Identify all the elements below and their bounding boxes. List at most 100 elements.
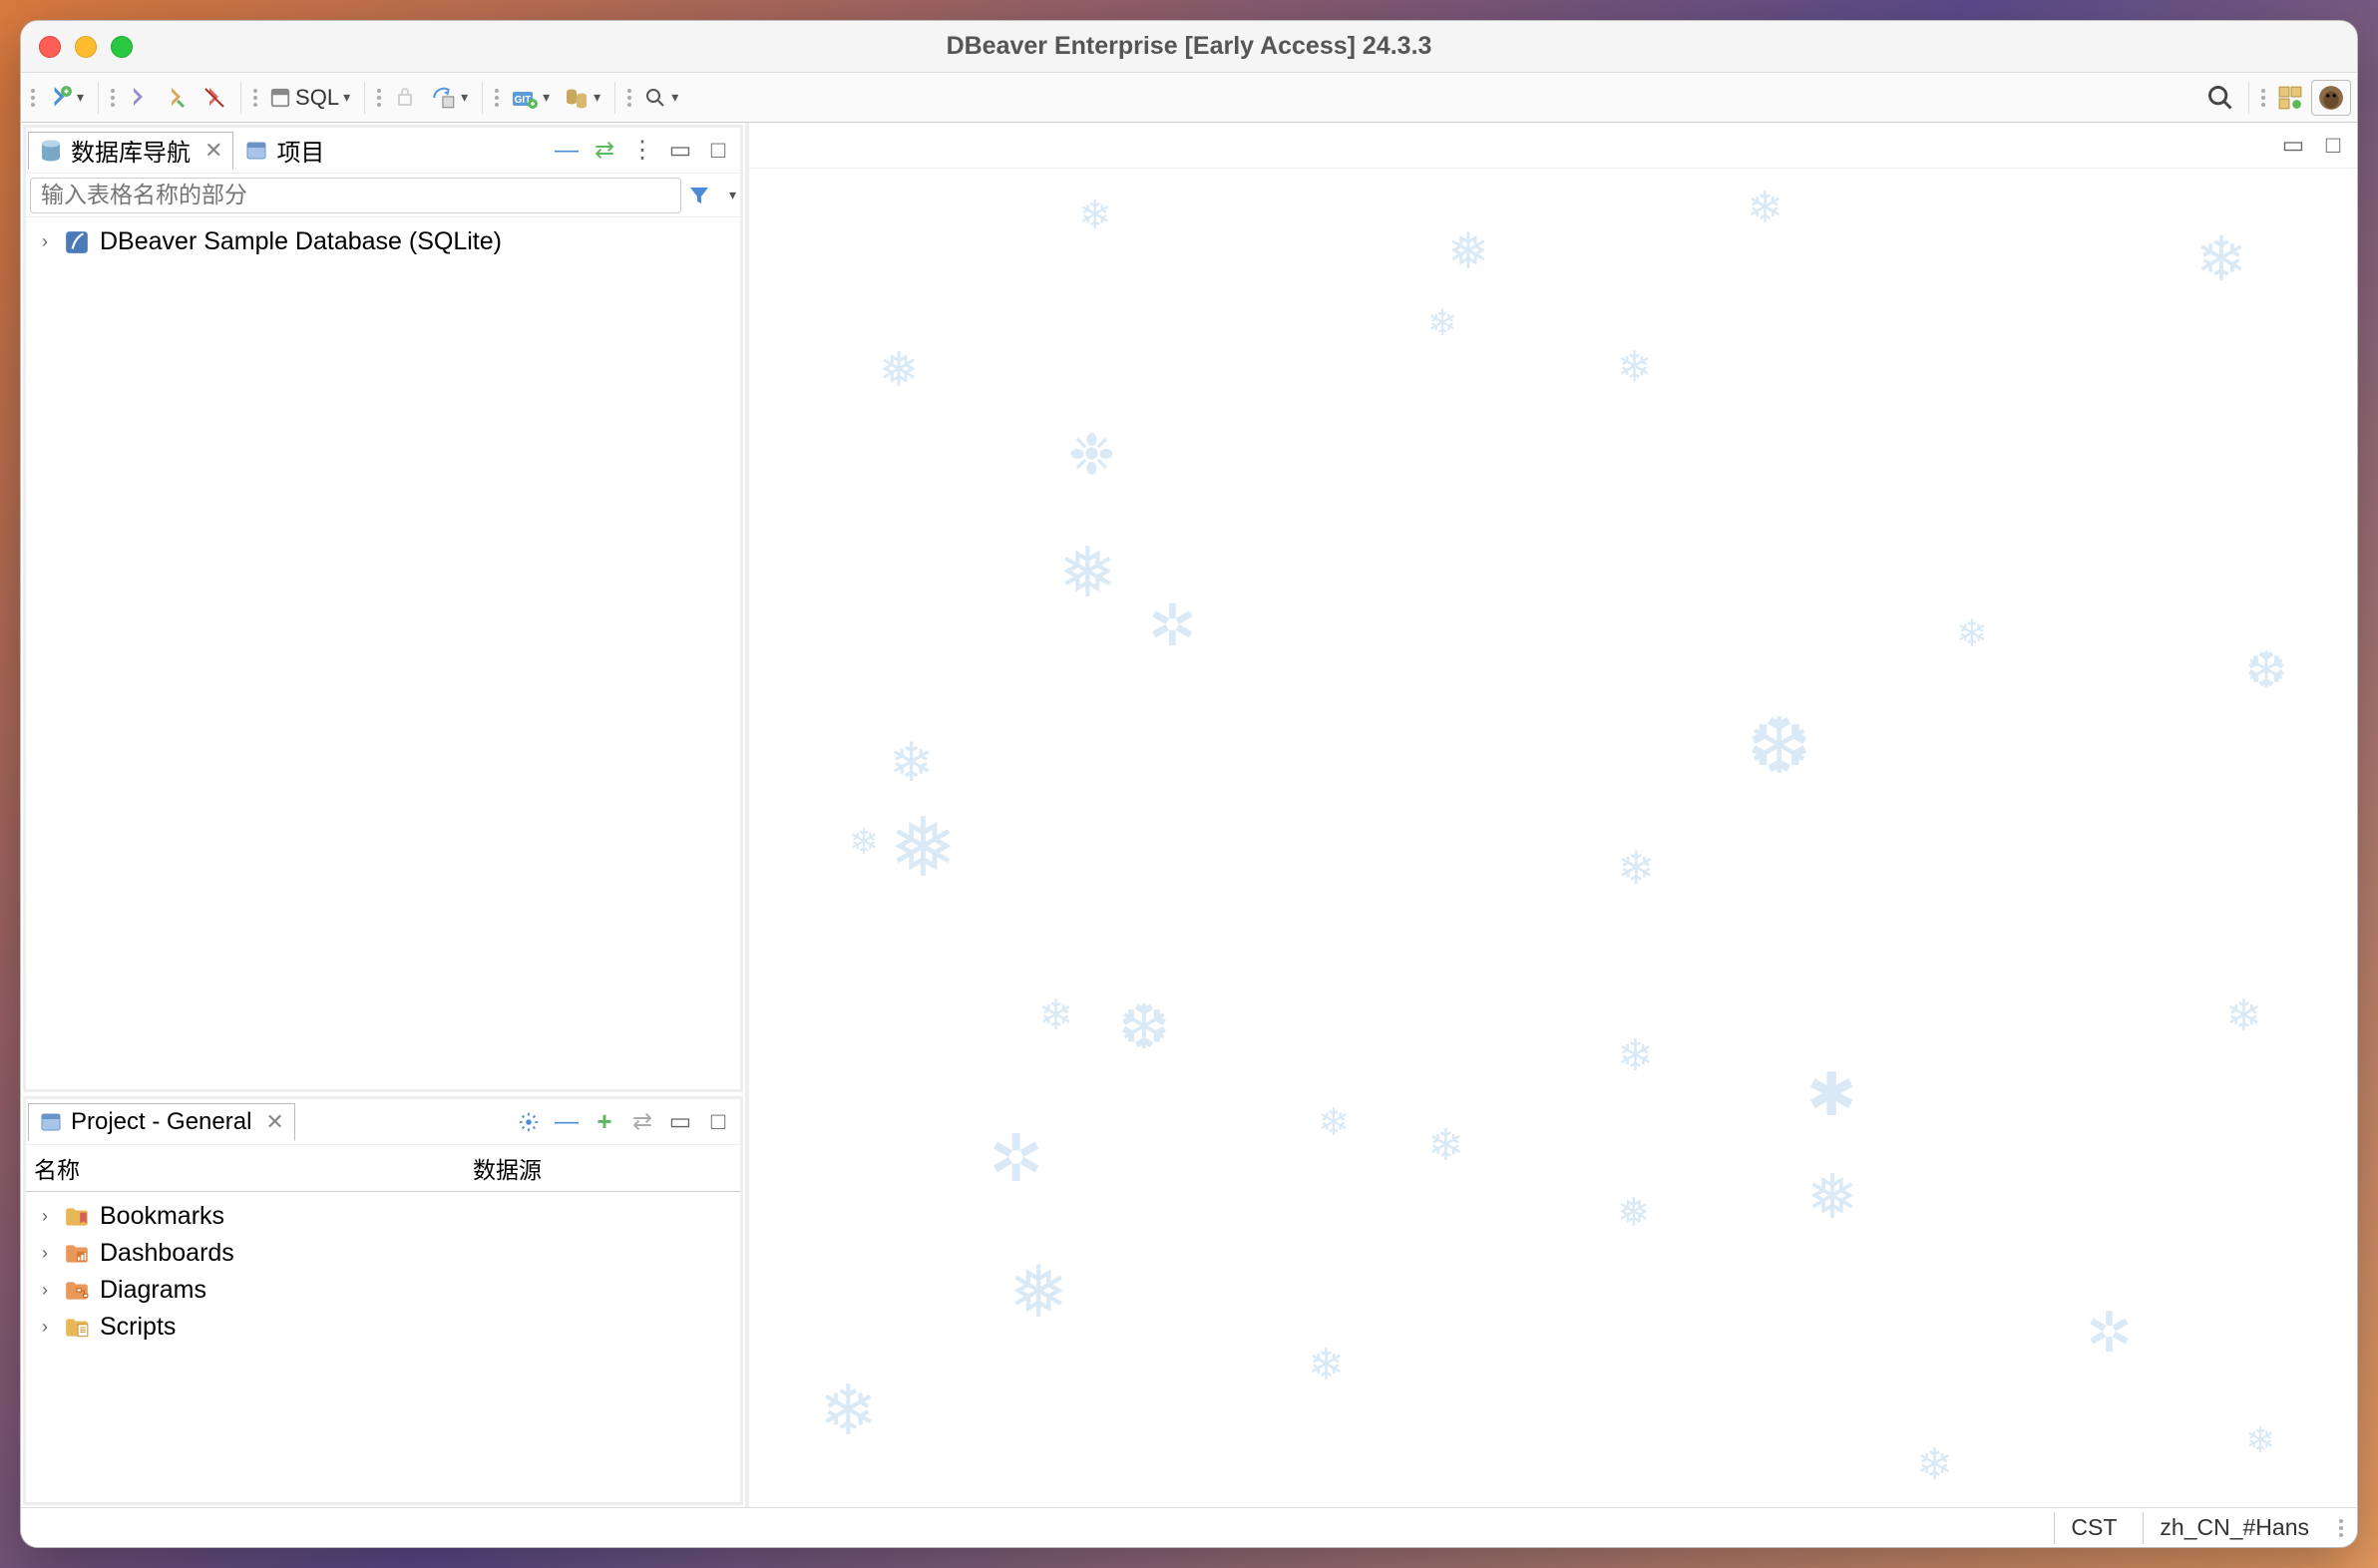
snowflake-icon: ✱ — [1806, 1060, 1856, 1130]
dbeaver-logo-button[interactable] — [2311, 80, 2351, 116]
tab-label: 项目 — [276, 133, 324, 168]
expand-icon[interactable]: › — [36, 1243, 54, 1264]
tree-item-label: Diagrams — [100, 1276, 206, 1305]
collapse-all-button[interactable]: — — [553, 1108, 581, 1136]
column-datasource-header[interactable]: 数据源 — [473, 1151, 542, 1185]
minimize-button[interactable]: ▭ — [2279, 132, 2307, 160]
close-tab-icon[interactable]: ✕ — [204, 138, 222, 164]
folder-dashboard-icon — [64, 1241, 90, 1267]
snowflake-icon: ❅ — [1447, 222, 1489, 280]
filter-button[interactable] — [687, 184, 723, 207]
snowflake-icon: ❄ — [1318, 1100, 1350, 1145]
global-search-button[interactable] — [2200, 80, 2240, 116]
editor-toolbar: ▭ □ — [749, 123, 2357, 169]
minimize-button[interactable]: ▭ — [666, 137, 694, 165]
sql-button-label: SQL — [295, 85, 339, 111]
minimize-button[interactable]: ▭ — [666, 1108, 694, 1136]
expand-icon[interactable]: › — [36, 1280, 54, 1301]
expand-icon[interactable]: › — [36, 1206, 54, 1227]
collapse-all-button[interactable]: — — [553, 137, 581, 165]
snowflake-icon: ❅ — [1058, 532, 1117, 613]
toolbar-grip-icon — [27, 89, 39, 107]
perspective-button[interactable] — [2271, 80, 2309, 116]
project-panel: Project - General ✕ — + ⇄ ▭ □ — [23, 1096, 743, 1505]
dropdown-arrow-icon: ▾ — [77, 89, 84, 106]
tree-item-label: DBeaver Sample Database (SQLite) — [100, 227, 502, 256]
editor-area: ▭ □ ❄ ❅ ❄ ❄ ❅ ❄ ❄ ❉ ❅ ✲ ❆ ❄ ❄ ❅ ❄ ❄ ❆ ❄ … — [749, 123, 2357, 1507]
tree-item-dashboards[interactable]: › Dashboards — [30, 1235, 736, 1272]
snowflake-icon: ✲ — [2086, 1300, 2133, 1366]
snowflake-icon: ❅ — [1008, 1250, 1068, 1334]
nav-panel-actions: — ⇄ ⋮ ▭ □ — [553, 137, 738, 165]
view-menu-button[interactable]: ⋮ — [628, 137, 656, 165]
dropdown-arrow-icon: ▾ — [594, 89, 600, 106]
status-locale[interactable]: zh_CN_#Hans — [2143, 1512, 2325, 1544]
link-editor-button[interactable]: ⇄ — [628, 1108, 656, 1136]
snowflake-icon: ❄ — [1038, 990, 1073, 1039]
toolbar-separator — [2248, 82, 2249, 114]
reconnect-button[interactable] — [159, 80, 195, 116]
dropdown-arrow-icon: ▾ — [671, 89, 678, 106]
maximize-button[interactable]: □ — [704, 1108, 732, 1136]
toolbar-grip-icon — [623, 89, 635, 107]
tab-projects[interactable]: 项目 — [233, 132, 335, 170]
folder-diagram-icon — [64, 1278, 90, 1304]
toolbar-separator — [614, 82, 615, 114]
snowflake-icon: ❄ — [889, 731, 934, 794]
nav-search-row: ▾ — [26, 174, 740, 217]
main-toolbar: ▾ SQL ▾ ▾ GIT ▾ — [21, 73, 2357, 123]
toolbar-grip-icon — [373, 89, 385, 107]
close-tab-icon[interactable]: ✕ — [265, 1109, 283, 1135]
snowflake-icon: ❄ — [1427, 1120, 1464, 1171]
disconnect-button[interactable] — [197, 80, 232, 116]
snowflake-icon: ❆ — [2245, 641, 2287, 699]
tree-item-bookmarks[interactable]: › Bookmarks — [30, 1198, 736, 1235]
snowflake-icon: ❅ — [889, 801, 958, 896]
snowflake-icon: ❅ — [879, 342, 919, 398]
search-dropdown-button[interactable]: ▾ — [637, 80, 684, 116]
toolbar-separator — [482, 82, 483, 114]
filter-dropdown-icon[interactable]: ▾ — [729, 187, 736, 203]
toolbar-separator — [98, 82, 99, 114]
snowflake-icon: ❄ — [1617, 342, 1652, 391]
expand-icon[interactable]: › — [36, 1317, 54, 1338]
tree-item-scripts[interactable]: › Scripts — [30, 1309, 736, 1346]
new-connection-button[interactable]: ▾ — [41, 80, 90, 116]
snowflake-icon: ❄ — [1078, 193, 1112, 238]
tab-database-navigator[interactable]: 数据库导航 ✕ — [28, 132, 233, 170]
sql-editor-button[interactable]: SQL ▾ — [263, 80, 356, 116]
app-window: DBeaver Enterprise [Early Access] 24.3.3… — [20, 20, 2358, 1548]
maximize-button[interactable]: □ — [2319, 132, 2347, 160]
add-button[interactable]: + — [591, 1108, 618, 1136]
connect-button[interactable] — [121, 80, 157, 116]
commit-button[interactable] — [387, 80, 423, 116]
snowflake-icon: ❄ — [1916, 1439, 1953, 1490]
window-icon — [39, 1110, 63, 1134]
folder-bookmark-icon — [64, 1204, 90, 1230]
nav-search-input[interactable] — [30, 178, 681, 213]
tree-item-connection[interactable]: › DBeaver Sample Database (SQLite) — [30, 223, 736, 260]
nav-panel-tabs: 数据库导航 ✕ 项目 — ⇄ ⋮ ▭ □ — [26, 128, 740, 174]
snowflake-icon: ❄ — [849, 821, 879, 863]
tab-label: Project - General — [71, 1108, 251, 1136]
titlebar: DBeaver Enterprise [Early Access] 24.3.3 — [21, 21, 2357, 73]
snowflake-icon: ❄ — [1308, 1340, 1345, 1390]
toolbar-separator — [364, 82, 365, 114]
git-button[interactable]: GIT ▾ — [505, 80, 556, 116]
schema-compare-button[interactable]: ▾ — [558, 80, 606, 116]
snowflake-icon: ❄ — [2245, 1419, 2275, 1461]
tab-project-general[interactable]: Project - General ✕ — [28, 1103, 295, 1141]
snowflake-icon: ❆ — [1118, 990, 1170, 1063]
link-editor-button[interactable]: ⇄ — [591, 137, 618, 165]
tree-item-diagrams[interactable]: › Diagrams — [30, 1272, 736, 1309]
snowflake-icon: ❄ — [1617, 1030, 1654, 1081]
configure-button[interactable] — [515, 1108, 543, 1136]
project-columns-header: 名称 数据源 — [26, 1145, 740, 1192]
column-name-header[interactable]: 名称 — [34, 1151, 473, 1185]
maximize-button[interactable]: □ — [704, 137, 732, 165]
snowflake-icon: ❄ — [1427, 302, 1457, 344]
transaction-button[interactable]: ▾ — [425, 80, 474, 116]
status-timezone[interactable]: CST — [2054, 1512, 2133, 1544]
tree-item-label: Scripts — [100, 1313, 176, 1342]
expand-icon[interactable]: › — [36, 231, 54, 252]
